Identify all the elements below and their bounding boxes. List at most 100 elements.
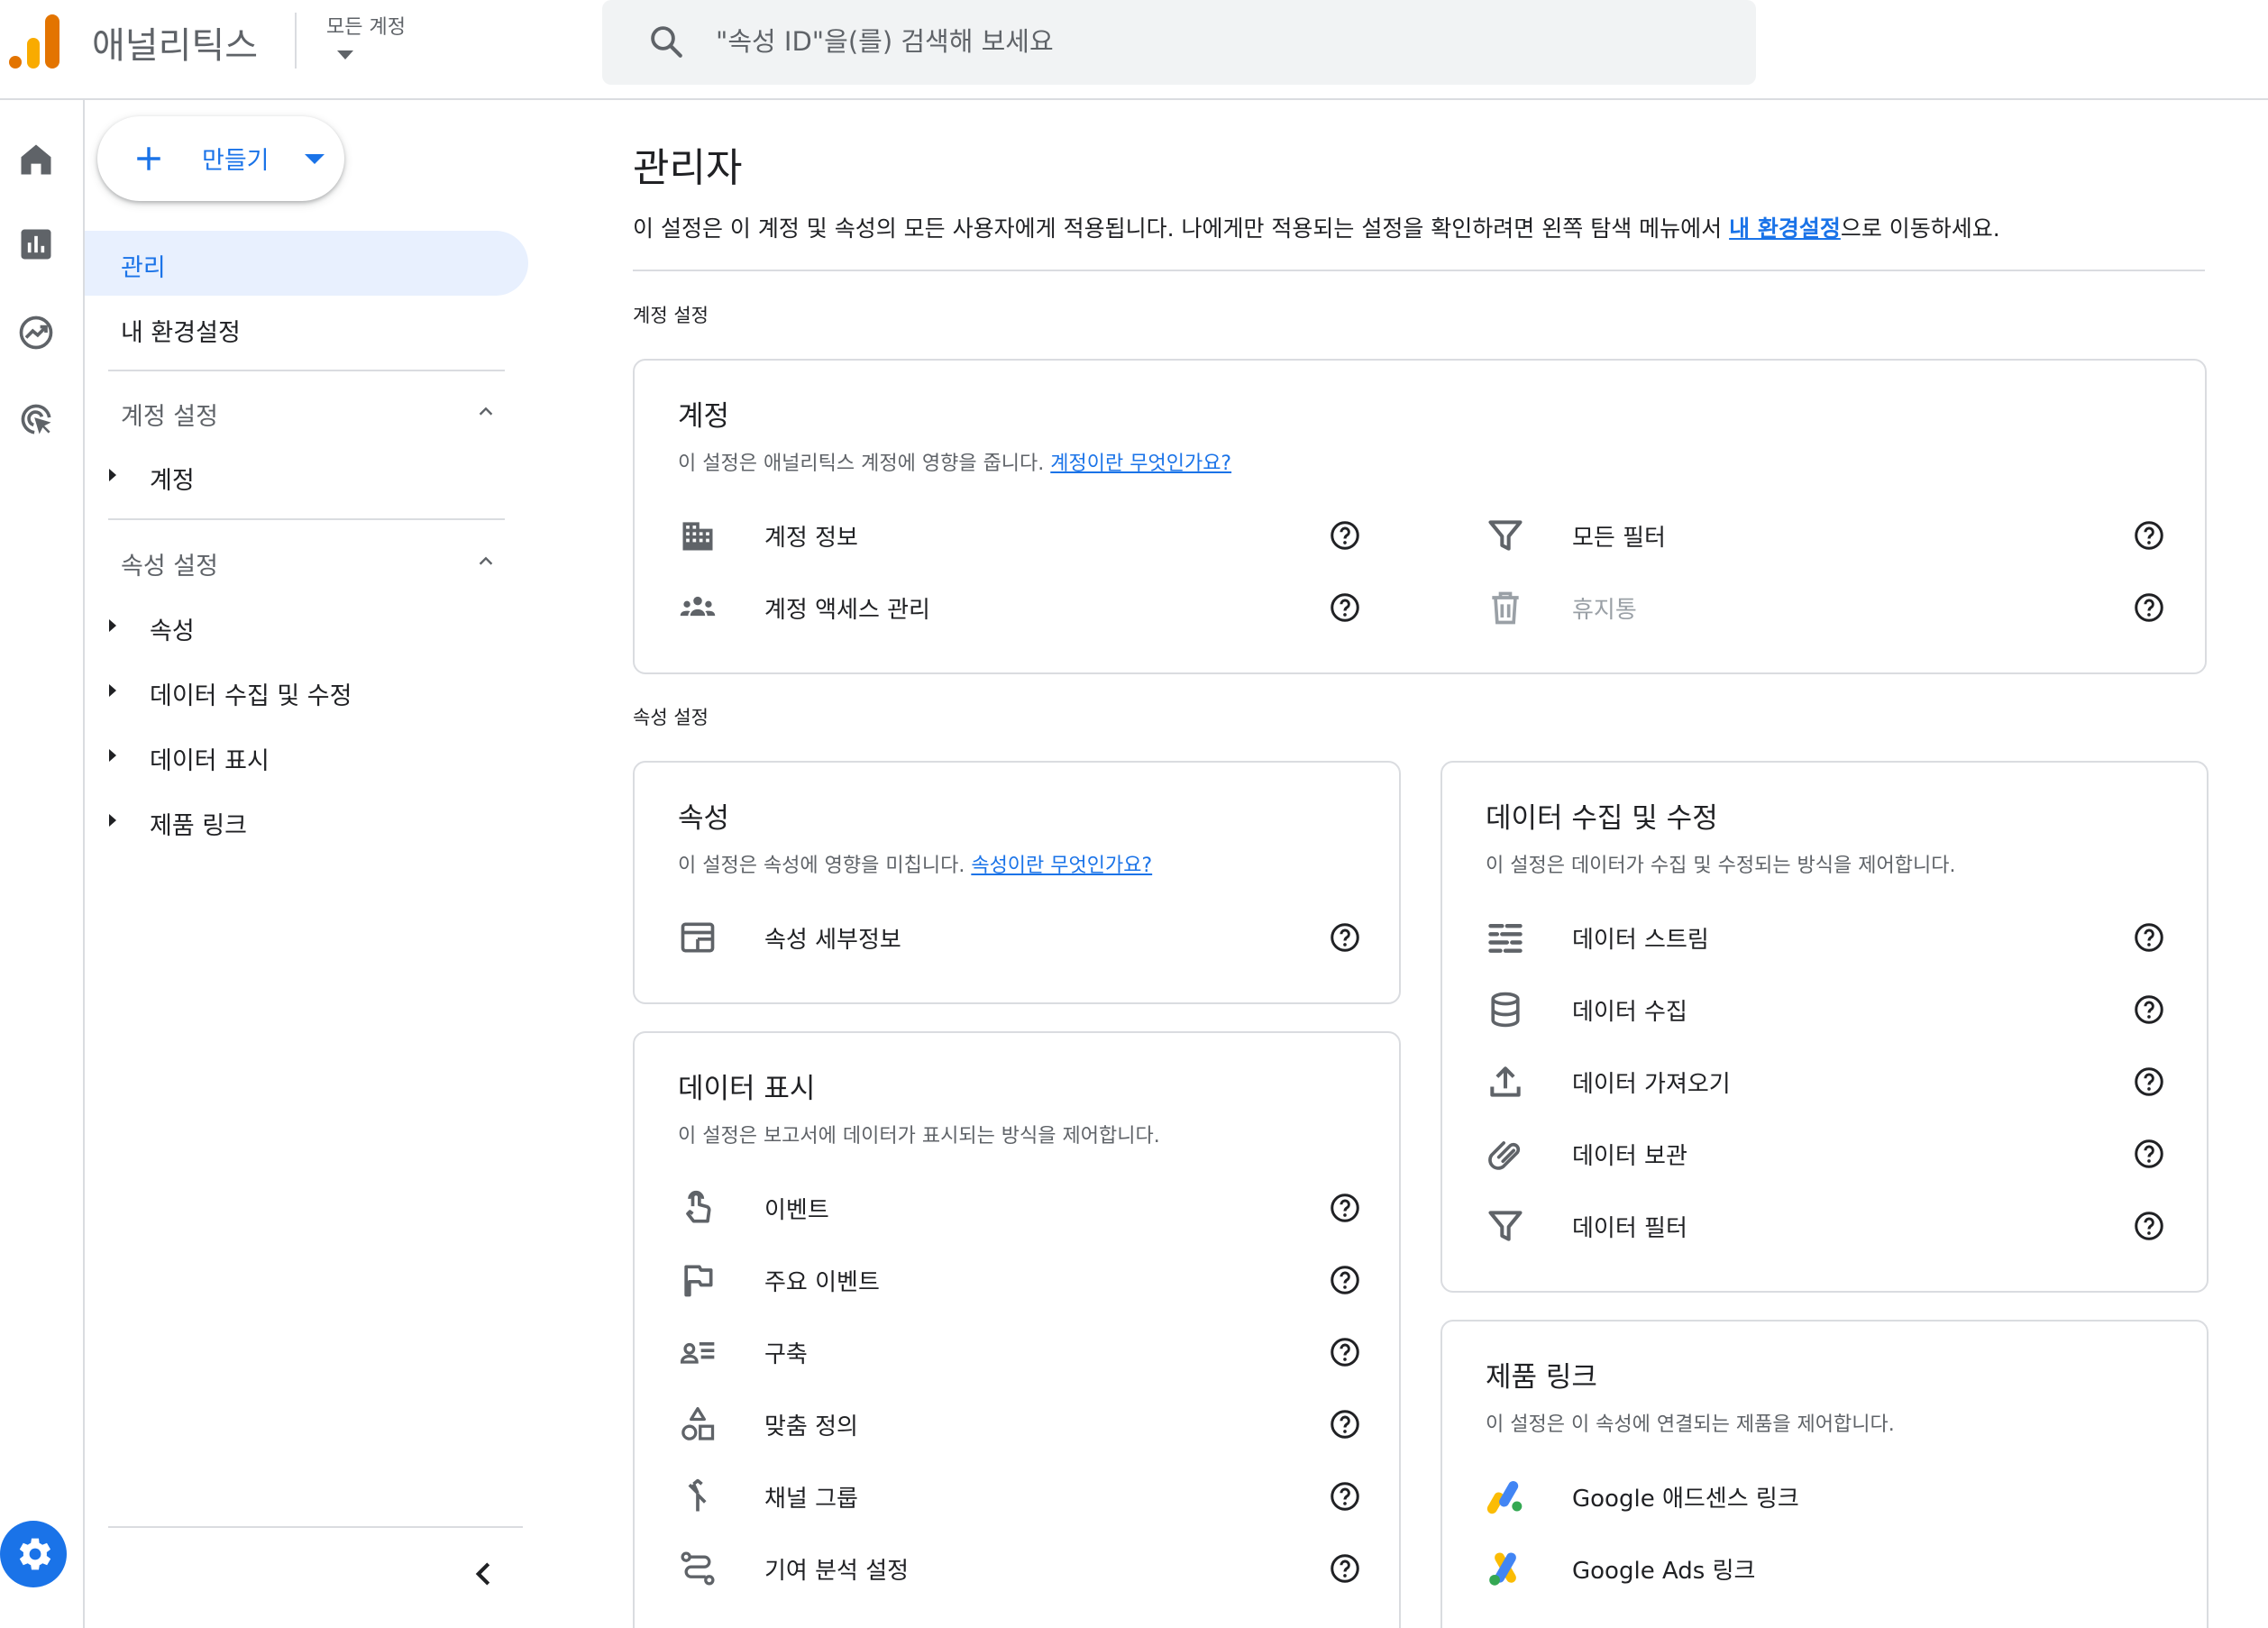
sidebar-item-data-collection[interactable]: 데이터 수집 및 수정 [85, 663, 517, 720]
help-icon[interactable] [1329, 591, 1361, 624]
header-divider [295, 13, 297, 69]
card-title: 속성 [678, 802, 730, 835]
data-filters-row[interactable]: 데이터 필터 [1486, 1190, 2189, 1262]
help-icon[interactable] [1329, 1264, 1361, 1296]
card-title: 데이터 수집 및 수정 [1486, 802, 1718, 835]
row-label: 채널 그룹 [764, 1486, 858, 1513]
custom-definitions-row[interactable]: 맞춤 정의 [678, 1388, 1381, 1460]
help-icon[interactable] [1329, 1408, 1361, 1441]
what-is-property-link[interactable]: 속성이란 무엇인가요? [971, 855, 1152, 877]
row-label: 데이터 스트림 [1572, 927, 1709, 954]
caret-right-icon [109, 749, 116, 762]
help-icon[interactable] [2133, 993, 2165, 1026]
help-icon[interactable] [2133, 1138, 2165, 1170]
admin-settings-button[interactable] [0, 1521, 67, 1587]
building-icon [682, 522, 713, 551]
help-icon[interactable] [1329, 1192, 1361, 1224]
help-icon[interactable] [2133, 921, 2165, 954]
help-icon[interactable] [1329, 1480, 1361, 1513]
search-bar[interactable] [602, 0, 1756, 85]
preferences-link[interactable]: 내 환경설정 [1729, 215, 1841, 242]
row-label: 모든 필터 [1572, 525, 1666, 552]
account-selector-label: 모든 계정 [326, 16, 406, 39]
account-card: 계정 이 설정은 애널리틱스 계정에 영향을 줍니다. 계정이란 무엇인가요? … [633, 359, 2207, 674]
web-layout-icon [681, 922, 715, 953]
data-display-card: 데이터 표시 이 설정은 보고서에 데이터가 표시되는 방식을 제어합니다. 이… [633, 1031, 1401, 1628]
advertising-icon[interactable] [16, 399, 56, 439]
caret-right-icon [109, 684, 116, 697]
filter-icon [1488, 520, 1523, 551]
home-icon[interactable] [16, 140, 56, 179]
what-is-account-link[interactable]: 계정이란 무엇인가요? [1050, 453, 1231, 475]
search-input[interactable] [716, 18, 1707, 65]
shapes-icon [681, 1406, 715, 1441]
description-text: 으로 이동하세요. [1840, 215, 2000, 242]
route-icon [681, 1551, 715, 1586]
help-icon[interactable] [2133, 1210, 2165, 1242]
product-links-card: 제품 링크 이 설정은 이 속성에 연결되는 제품을 제어합니다. Google… [1440, 1320, 2209, 1628]
account-group-label: 계정 설정 [633, 305, 709, 326]
card-description: 이 설정은 이 속성에 연결되는 제품을 제어합니다. [1486, 1413, 1895, 1436]
account-selector[interactable]: 모든 계정 [326, 11, 406, 74]
gear-icon [19, 1538, 51, 1570]
help-icon[interactable] [1329, 921, 1361, 954]
help-icon[interactable] [2133, 1066, 2165, 1098]
analytics-logo-icon[interactable] [9, 14, 61, 69]
google-ads-links-row[interactable]: Google Ads 링크 [1486, 1532, 2189, 1605]
row-label: 주요 이벤트 [764, 1269, 880, 1296]
row-label: Google Ads 링크 [1572, 1558, 1756, 1585]
sidebar-section-property[interactable]: 속성 설정 [85, 532, 517, 590]
upload-icon [1490, 1066, 1521, 1097]
card-description-text: 이 설정은 애널리틱스 계정에 영향을 줍니다. [678, 453, 1051, 475]
people-icon [680, 596, 716, 617]
attribution-settings-row[interactable]: 기여 분석 설정 [678, 1532, 1381, 1605]
data-import-row[interactable]: 데이터 가져오기 [1486, 1046, 2189, 1118]
next-product-link-row[interactable] [1486, 1608, 2189, 1628]
row-label: 데이터 수집 [1572, 999, 1687, 1026]
sidebar-item-account[interactable]: 계정 [85, 447, 517, 505]
trash-row[interactable]: 휴지통 [1486, 572, 2189, 644]
touch-icon [686, 1191, 711, 1223]
sidebar-divider [108, 518, 505, 520]
create-button[interactable]: 만들기 [97, 116, 344, 201]
audiences-row[interactable]: 구축 [678, 1316, 1381, 1388]
data-collection-row[interactable]: 데이터 수집 [1486, 974, 2189, 1046]
row-label: 휴지통 [1572, 597, 1637, 624]
sidebar-item-property[interactable]: 속성 [85, 598, 517, 655]
explore-icon[interactable] [16, 313, 56, 352]
trash-icon [1492, 591, 1519, 625]
chevron-left-icon[interactable] [467, 1557, 501, 1591]
filter-icon [1488, 1211, 1523, 1241]
data-streams-row[interactable]: 데이터 스트림 [1486, 901, 2189, 974]
reports-icon[interactable] [16, 224, 56, 264]
property-group-label: 속성 설정 [633, 707, 709, 728]
help-icon[interactable] [1329, 1552, 1361, 1585]
row-label: 데이터 필터 [1572, 1215, 1687, 1242]
sidebar-section-account[interactable]: 계정 설정 [85, 382, 517, 440]
row-label: 속성 세부정보 [764, 927, 901, 954]
account-info-row[interactable]: 계정 정보 [678, 499, 1381, 572]
caret-right-icon [109, 814, 116, 827]
row-label: 데이터 가져오기 [1572, 1071, 1731, 1098]
events-row[interactable]: 이벤트 [678, 1172, 1381, 1244]
channel-groups-row[interactable]: 채널 그룹 [678, 1460, 1381, 1532]
all-filters-row[interactable]: 모든 필터 [1486, 499, 2189, 572]
account-access-row[interactable]: 계정 액세스 관리 [678, 572, 1381, 644]
row-label: 구축 [764, 1341, 808, 1368]
sidebar-item-product-links[interactable]: 제품 링크 [85, 792, 517, 850]
help-icon[interactable] [1329, 519, 1361, 552]
property-details-row[interactable]: 속성 세부정보 [678, 901, 1381, 974]
help-icon[interactable] [1329, 1336, 1361, 1368]
merge-icon [688, 1478, 707, 1512]
sidebar-divider [108, 370, 505, 371]
main-divider [633, 270, 2205, 271]
data-retention-row[interactable]: 데이터 보관 [1486, 1118, 2189, 1190]
key-events-row[interactable]: 주요 이벤트 [678, 1244, 1381, 1316]
sidebar-item-admin[interactable]: 관리 [85, 231, 528, 296]
row-label: 기여 분석 설정 [764, 1558, 910, 1585]
help-icon[interactable] [2133, 519, 2165, 552]
help-icon[interactable] [2133, 591, 2165, 624]
sidebar-item-preferences[interactable]: 내 환경설정 [85, 296, 528, 361]
adsense-links-row[interactable]: Google 애드센스 링크 [1486, 1460, 2189, 1532]
sidebar-item-data-display[interactable]: 데이터 표시 [85, 727, 517, 785]
